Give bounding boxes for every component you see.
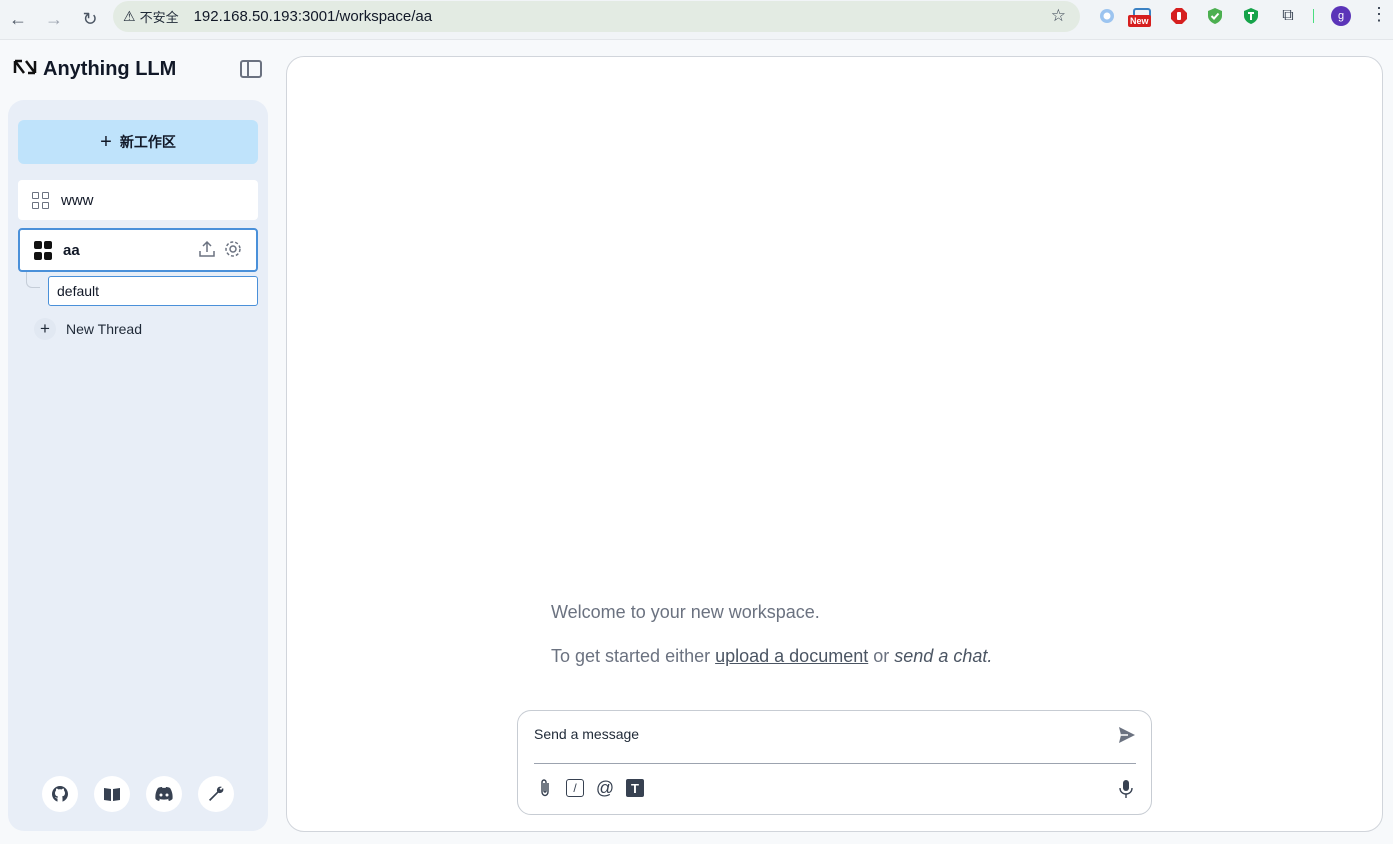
wrench-icon[interactable] <box>198 776 234 812</box>
or-text: or <box>873 646 890 666</box>
back-icon[interactable]: ← <box>0 4 36 36</box>
new-thread-label: New Thread <box>66 321 143 337</box>
warning-icon: ⚠ <box>123 8 136 24</box>
profile-avatar[interactable]: g <box>1331 6 1351 26</box>
logo-mark-icon <box>13 59 37 80</box>
chat-panel: Welcome to your new workspace. To get st… <box>286 56 1383 832</box>
composer-divider <box>534 763 1136 764</box>
book-icon[interactable] <box>94 776 130 812</box>
started-prefix: To get started either <box>551 646 711 666</box>
logo-text: Anything LLM <box>43 58 177 80</box>
message-input[interactable] <box>534 723 1094 745</box>
workspace-name: aa <box>63 241 80 259</box>
workspace-grid-icon <box>32 191 49 209</box>
browser-toolbar: ← → ↻ ⚠ 不安全 192.168.50.193:3001/workspac… <box>0 0 1393 40</box>
upload-document-link[interactable]: upload a document <box>715 646 868 666</box>
insecure-label: 不安全 <box>139 10 179 25</box>
composer-tools: / @ T <box>536 778 644 798</box>
reload-icon[interactable]: ↻ <box>72 4 108 36</box>
new-workspace-button[interactable]: + 新工作区 <box>18 120 258 164</box>
plus-icon: + <box>34 318 56 340</box>
thread-item-default[interactable]: default <box>48 276 258 306</box>
shield-check-icon[interactable] <box>1205 6 1225 26</box>
address-bar[interactable]: ⚠ 不安全 192.168.50.193:3001/workspace/aa ☆ <box>113 1 1080 32</box>
send-chat-text: send a chat. <box>894 646 993 666</box>
gear-icon[interactable] <box>224 240 242 263</box>
message-composer: / @ T <box>517 710 1152 815</box>
toolbar-separator <box>1313 9 1314 23</box>
shield-extension-icon[interactable] <box>1241 6 1261 26</box>
security-indicator[interactable]: ⚠ 不安全 <box>123 7 179 26</box>
send-icon[interactable] <box>1117 725 1137 751</box>
discord-icon[interactable] <box>146 776 182 812</box>
workspace-name: www <box>61 191 94 209</box>
forward-icon[interactable]: → <box>36 4 72 36</box>
browser-menu-icon[interactable]: ⋮ <box>1370 4 1388 25</box>
new-thread-button[interactable]: + New Thread <box>34 318 142 340</box>
getting-started-text: To get started either upload a document … <box>551 646 992 667</box>
workspace-item-aa[interactable]: aa <box>18 228 258 272</box>
thread-name: default <box>57 283 100 299</box>
microphone-icon[interactable] <box>1119 779 1133 804</box>
sidebar-toggle-icon[interactable] <box>240 60 262 78</box>
sidebar: + 新工作区 www aa default + New Thread <box>8 100 268 831</box>
welcome-text: Welcome to your new workspace. <box>551 602 820 622</box>
adblock-icon[interactable] <box>1169 6 1189 26</box>
upload-icon[interactable] <box>198 240 216 263</box>
sidebar-footer <box>42 776 234 812</box>
extension-circle-icon[interactable] <box>1097 6 1117 26</box>
workspace-item-www[interactable]: www <box>18 180 258 220</box>
new-badge: New <box>1128 15 1151 27</box>
workspace-grid-icon <box>34 240 52 260</box>
bookmark-star-icon[interactable]: ☆ <box>1051 6 1066 26</box>
plus-icon: + <box>100 130 112 153</box>
at-mention-icon[interactable]: @ <box>596 778 614 798</box>
extensions-puzzle-icon[interactable]: ⧉ <box>1278 6 1298 26</box>
text-size-icon[interactable]: T <box>626 779 644 797</box>
url-text[interactable]: 192.168.50.193:3001/workspace/aa <box>194 8 433 25</box>
paperclip-icon[interactable] <box>536 779 554 797</box>
thread-connector <box>26 272 40 288</box>
github-icon[interactable] <box>42 776 78 812</box>
slash-command-icon[interactable]: / <box>566 779 584 797</box>
new-workspace-label: 新工作区 <box>119 134 176 150</box>
app-logo: Anything LLM <box>13 58 176 81</box>
